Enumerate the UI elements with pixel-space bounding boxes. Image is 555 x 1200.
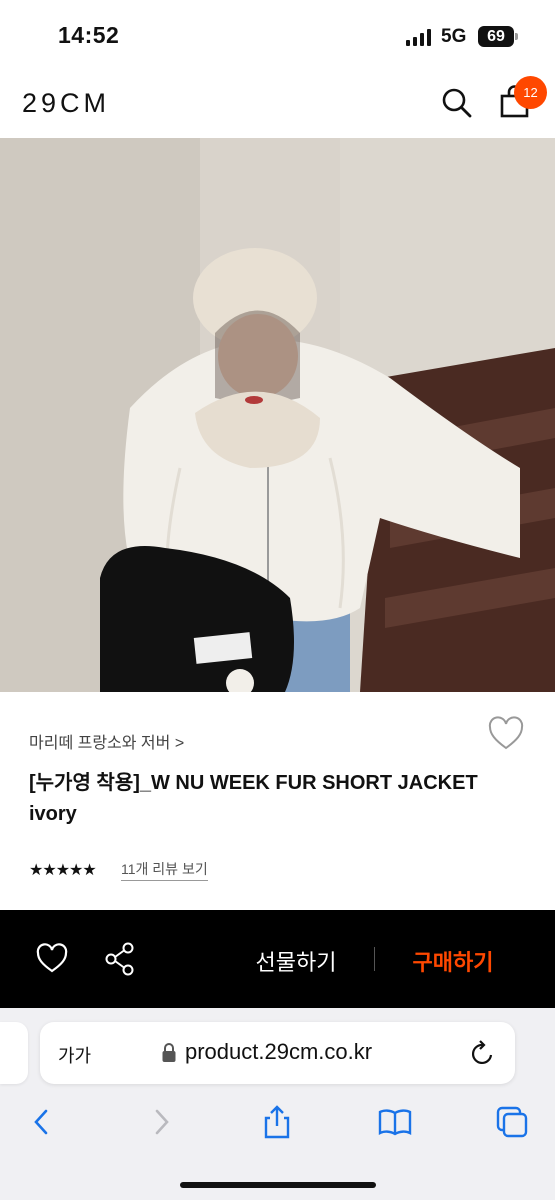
search-button[interactable] — [440, 86, 474, 120]
rating-stars: ★★★★★ — [29, 862, 97, 879]
wishlist-button[interactable] — [487, 716, 525, 752]
reload-button[interactable] — [470, 1039, 496, 1067]
share-sheet-button[interactable] — [259, 1104, 295, 1140]
forward-button[interactable] — [143, 1104, 179, 1140]
network-label: 5G — [441, 26, 467, 47]
heart-icon — [488, 716, 524, 750]
share-sheet-icon — [264, 1105, 290, 1139]
chevron-right-icon — [155, 1109, 169, 1135]
text-size-button[interactable]: 가가 — [58, 1042, 91, 1068]
url-text: product.29cm.co.kr — [185, 1039, 373, 1064]
address-bar[interactable]: 가가 product.29cm.co.kr — [40, 1022, 515, 1084]
logo[interactable]: 29CM — [22, 88, 110, 119]
tabs-button[interactable] — [494, 1104, 530, 1140]
book-icon — [378, 1109, 412, 1136]
action-divider — [374, 947, 375, 971]
reload-icon — [471, 1040, 493, 1065]
like-button[interactable] — [35, 943, 69, 975]
product-photo — [0, 138, 555, 692]
gift-button[interactable]: 선물하기 — [243, 945, 349, 977]
share-button[interactable] — [104, 941, 136, 977]
battery-icon: 69 — [478, 26, 514, 47]
battery-tip — [515, 33, 518, 40]
search-icon — [442, 88, 472, 118]
bookmarks-button[interactable] — [377, 1104, 413, 1140]
purchase-action-bar: 선물하기 구매하기 — [0, 910, 555, 1008]
browser-toolbar — [0, 1096, 555, 1156]
product-info: 마리떼 프랑소와 저버 > [누가영 착용]_W NU WEEK FUR SHO… — [0, 692, 555, 910]
brand-link[interactable]: 마리떼 프랑소와 저버 > — [29, 729, 184, 753]
buy-button[interactable]: 구매하기 — [400, 945, 506, 977]
review-link[interactable]: 11개 리뷰 보기 — [121, 859, 208, 881]
back-button[interactable] — [24, 1104, 60, 1140]
cart-count-badge: 12 — [514, 76, 547, 109]
home-indicator — [180, 1182, 376, 1188]
previous-tab-peek[interactable] — [0, 1022, 28, 1084]
product-title: [누가영 착용]_W NU WEEK FUR SHORT JACKET ivor… — [29, 772, 478, 825]
app-header: 29CM — [0, 70, 555, 138]
product-image[interactable] — [0, 138, 555, 692]
heart-icon — [36, 943, 68, 973]
signal-icon — [406, 29, 432, 46]
chevron-left-icon — [34, 1109, 48, 1135]
lock-icon — [162, 1043, 176, 1062]
status-bar: 14:52 5G 69 — [0, 0, 555, 70]
browser-chrome: 가가 product.29cm.co.kr — [0, 1008, 555, 1200]
share-icon — [105, 942, 134, 976]
status-time: 14:52 — [58, 22, 120, 48]
tabs-icon — [496, 1106, 528, 1138]
